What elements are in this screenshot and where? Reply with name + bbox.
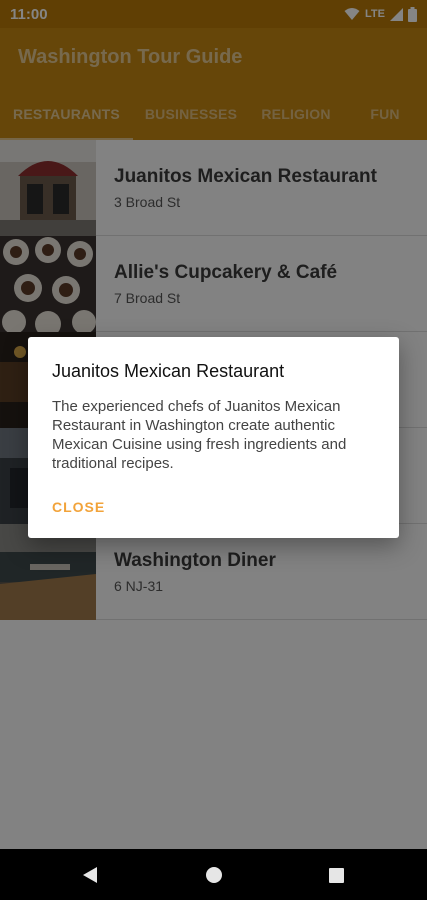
navigation-bar bbox=[0, 849, 427, 900]
close-button[interactable]: CLOSE bbox=[52, 499, 105, 515]
home-icon[interactable] bbox=[202, 863, 226, 887]
dialog-message: The experienced chefs of Juanitos Mexica… bbox=[52, 398, 347, 472]
dialog-title: Juanitos Mexican Restaurant bbox=[52, 361, 285, 381]
info-dialog: Juanitos Mexican Restaurant The experien… bbox=[28, 337, 399, 538]
back-icon[interactable] bbox=[78, 863, 102, 887]
recents-icon[interactable] bbox=[324, 863, 348, 887]
